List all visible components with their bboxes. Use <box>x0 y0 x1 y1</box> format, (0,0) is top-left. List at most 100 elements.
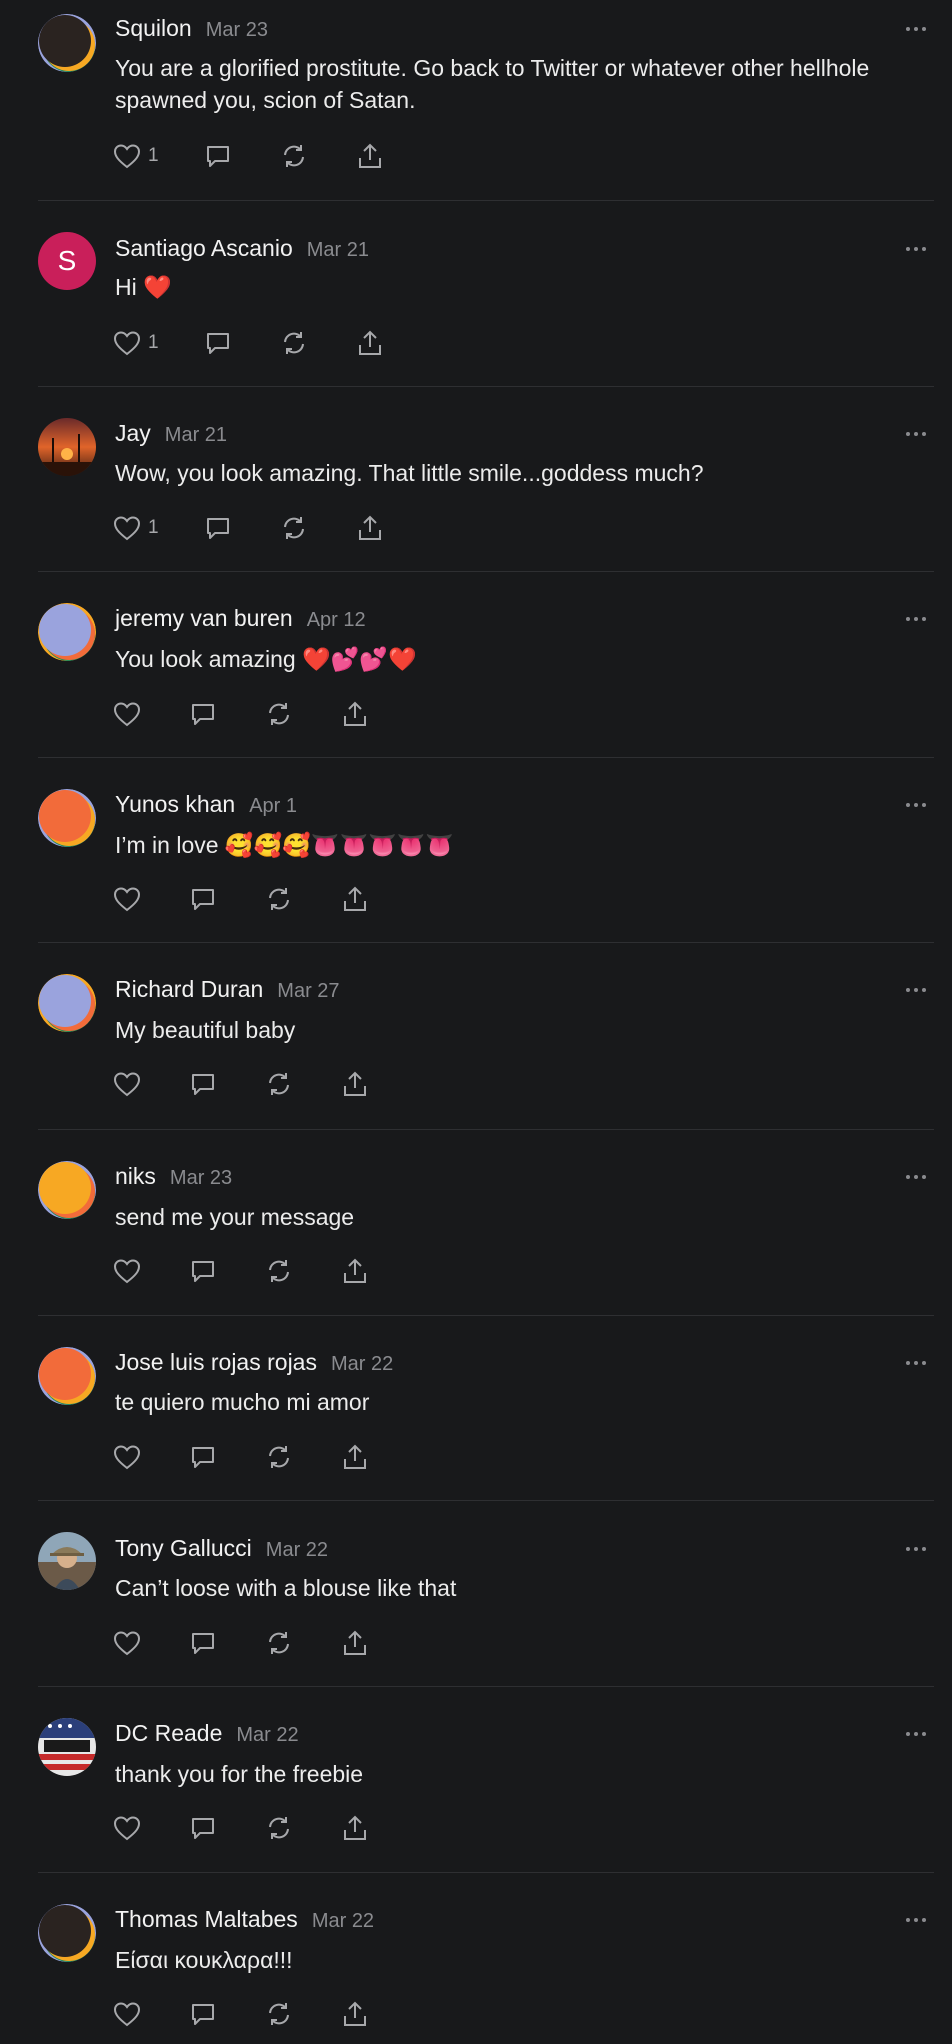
share-button[interactable] <box>340 882 370 916</box>
comment-text: Wow, you look amazing. That little smile… <box>115 460 704 486</box>
more-icon[interactable] <box>906 24 930 34</box>
comment-text: te quiero mucho mi amor <box>115 1389 370 1415</box>
avatar[interactable] <box>38 1904 96 1962</box>
share-button[interactable] <box>340 1626 370 1660</box>
avatar[interactable]: S <box>38 232 96 290</box>
avatar[interactable] <box>38 1161 96 1219</box>
divider <box>38 1129 934 1130</box>
reply-button[interactable] <box>188 1811 218 1845</box>
repost-button[interactable] <box>279 511 309 545</box>
comment-date: Apr 1 <box>249 795 298 817</box>
comment-text: I’m in love 🥰🥰🥰👅👅👅👅👅 <box>115 832 455 858</box>
comment-text: You are a glorified prostitute. Go back … <box>115 55 870 113</box>
comment-text: My beautiful baby <box>115 1017 296 1043</box>
share-button[interactable] <box>340 697 370 731</box>
share-button[interactable] <box>340 1997 370 2031</box>
repost-button[interactable] <box>279 326 309 360</box>
reply-button[interactable] <box>188 1626 218 1660</box>
divider <box>38 571 934 572</box>
like-button[interactable] <box>112 1254 142 1288</box>
like-button[interactable]: 1 <box>112 139 159 173</box>
heart-icon <box>113 1259 141 1284</box>
share-button[interactable] <box>340 1067 370 1101</box>
comment-date: Mar 21 <box>164 424 228 446</box>
share-button[interactable] <box>340 1811 370 1845</box>
more-icon[interactable] <box>906 800 930 810</box>
author-name[interactable]: niks Mar 23 <box>115 1163 232 1190</box>
like-button[interactable] <box>112 1811 142 1845</box>
avatar[interactable] <box>38 1532 96 1590</box>
author-name[interactable]: DC Reade Mar 22 <box>115 1720 299 1747</box>
repost-button[interactable] <box>264 1067 294 1101</box>
more-icon[interactable] <box>906 985 930 995</box>
reply-button[interactable] <box>203 326 233 360</box>
share-button[interactable] <box>340 1440 370 1474</box>
repost-button[interactable] <box>264 1997 294 2031</box>
more-icon[interactable] <box>906 244 930 254</box>
like-button[interactable] <box>112 697 142 731</box>
comment-icon <box>207 333 229 354</box>
reply-button[interactable] <box>203 139 233 173</box>
share-icon <box>344 701 366 726</box>
avatar[interactable] <box>38 14 96 72</box>
more-icon[interactable] <box>906 1915 930 1925</box>
reply-button[interactable] <box>188 1067 218 1101</box>
author-name[interactable]: Richard Duran Mar 27 <box>115 976 340 1003</box>
share-icon <box>344 2001 366 2026</box>
more-icon[interactable] <box>906 429 930 439</box>
author-name[interactable]: Santiago Ascanio Mar 21 <box>115 235 369 262</box>
like-button[interactable] <box>112 1997 142 2031</box>
share-button[interactable] <box>355 326 385 360</box>
more-icon[interactable] <box>906 1544 930 1554</box>
more-icon[interactable] <box>906 1729 930 1739</box>
more-icon[interactable] <box>906 614 930 624</box>
comment-text: Can’t loose with a blouse like that <box>115 1575 457 1601</box>
like-button[interactable] <box>112 882 142 916</box>
reply-button[interactable] <box>188 697 218 731</box>
author-name[interactable]: jeremy van buren Apr 12 <box>115 605 366 632</box>
share-icon <box>359 143 381 168</box>
reply-button[interactable] <box>203 511 233 545</box>
share-button[interactable] <box>340 1254 370 1288</box>
share-icon <box>344 1071 366 1096</box>
like-button[interactable] <box>112 1440 142 1474</box>
comment-icon <box>192 2004 214 2025</box>
repost-button[interactable] <box>264 697 294 731</box>
avatar[interactable] <box>38 1347 96 1405</box>
like-button[interactable] <box>112 1067 142 1101</box>
share-button[interactable] <box>355 139 385 173</box>
author-name[interactable]: Yunos khan Apr 1 <box>115 791 297 818</box>
author-name[interactable]: Tony Gallucci Mar 22 <box>115 1535 328 1562</box>
heart-icon <box>113 702 141 727</box>
share-icon <box>359 515 381 540</box>
like-button[interactable] <box>112 1626 142 1660</box>
repost-button[interactable] <box>264 1254 294 1288</box>
author-name[interactable]: Thomas Maltabes Mar 22 <box>115 1906 374 1933</box>
author-name[interactable]: Squilon Mar 23 <box>115 15 268 42</box>
repost-button[interactable] <box>264 882 294 916</box>
avatar[interactable] <box>38 1718 96 1776</box>
comment-date: Mar 22 <box>311 1910 375 1932</box>
share-button[interactable] <box>355 511 385 545</box>
more-icon[interactable] <box>906 1172 930 1182</box>
repost-button[interactable] <box>264 1440 294 1474</box>
avatar[interactable] <box>38 789 96 847</box>
repost-button[interactable] <box>264 1626 294 1660</box>
author-name[interactable]: Jay Mar 21 <box>115 420 227 447</box>
reply-button[interactable] <box>188 1254 218 1288</box>
reply-button[interactable] <box>188 882 218 916</box>
heart-icon <box>113 1631 141 1656</box>
avatar[interactable] <box>38 603 96 661</box>
heart-icon <box>113 516 141 541</box>
repost-button[interactable] <box>264 1811 294 1845</box>
like-button[interactable]: 1 <box>112 326 159 360</box>
repost-button[interactable] <box>279 139 309 173</box>
reply-button[interactable] <box>188 1440 218 1474</box>
avatar[interactable] <box>38 418 96 476</box>
avatar[interactable] <box>38 974 96 1032</box>
like-button[interactable]: 1 <box>112 511 159 545</box>
comment-icon <box>192 1818 214 1839</box>
author-name[interactable]: Jose luis rojas rojas Mar 22 <box>115 1349 393 1376</box>
reply-button[interactable] <box>188 1997 218 2031</box>
more-icon[interactable] <box>906 1358 930 1368</box>
